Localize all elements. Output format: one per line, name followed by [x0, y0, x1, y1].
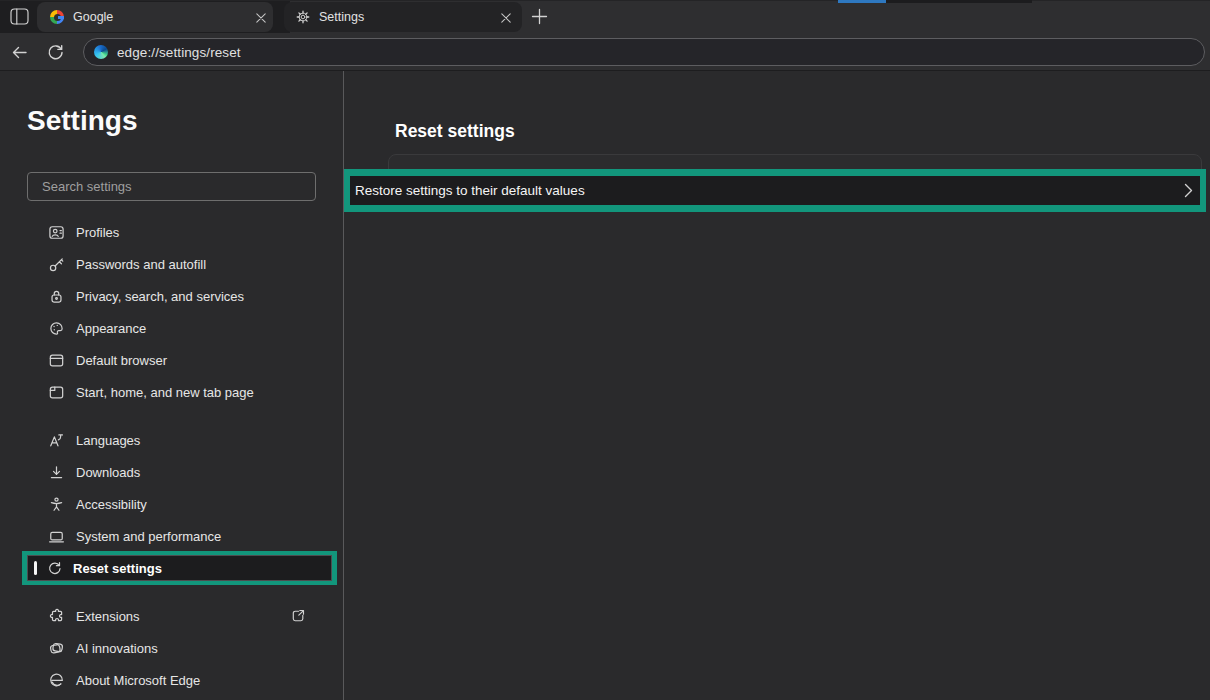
url-text: edge://settings/reset: [117, 45, 241, 60]
address-bar[interactable]: edge://settings/reset: [83, 38, 1205, 66]
sidebar-item-appearance[interactable]: Appearance: [0, 312, 343, 344]
search-settings-input[interactable]: [27, 172, 316, 201]
sidebar-item-profiles[interactable]: Profiles: [0, 216, 343, 248]
sidebar-item-languages[interactable]: Languages: [0, 424, 343, 456]
new-tab-page-icon: [48, 384, 65, 401]
palette-icon: [48, 320, 65, 337]
sidebar-item-downloads[interactable]: Downloads: [0, 456, 343, 488]
tab-actions-menu-icon[interactable]: [10, 8, 29, 25]
sidebar-item-system[interactable]: System and performance: [0, 520, 343, 552]
sidebar-item-reset-settings[interactable]: Reset settings: [0, 552, 343, 584]
key-icon: [48, 256, 65, 273]
settings-content: Reset settings Restore settings to their…: [344, 71, 1210, 700]
tab-close-icon[interactable]: [499, 11, 513, 25]
sidebar-item-extensions[interactable]: Extensions: [0, 600, 343, 632]
download-icon: [48, 464, 65, 481]
accessibility-icon: [48, 496, 65, 513]
tab-title: Settings: [319, 10, 364, 24]
sidebar-item-passwords[interactable]: Passwords and autofill: [0, 248, 343, 280]
new-tab-button[interactable]: [531, 8, 548, 25]
sidebar-item-start-home[interactable]: Start, home, and new tab page: [0, 376, 343, 408]
sidebar-item-ai-innovations[interactable]: AI innovations: [0, 632, 343, 664]
settings-gear-favicon: [296, 10, 310, 24]
google-favicon: [50, 10, 64, 24]
selected-indicator: [34, 561, 37, 575]
sidebar-title: Settings: [27, 105, 137, 137]
tab-settings[interactable]: Settings: [284, 2, 522, 32]
reset-settings-selected-pill[interactable]: Reset settings: [27, 555, 332, 581]
languages-icon: [48, 432, 65, 449]
sidebar-item-privacy[interactable]: Privacy, search, and services: [0, 280, 343, 312]
restore-settings-row[interactable]: Restore settings to their default values: [350, 176, 1200, 205]
browser-window-icon: [48, 352, 65, 369]
tab-close-icon[interactable]: [254, 11, 268, 25]
sidebar-item-default-browser[interactable]: Default browser: [0, 344, 343, 376]
window-accent-line: [838, 0, 886, 3]
content-heading: Reset settings: [395, 121, 515, 142]
lock-icon: [48, 288, 65, 305]
sidebar-item-about-edge[interactable]: About Microsoft Edge: [0, 664, 343, 696]
tab-title: Google: [73, 10, 113, 24]
edge-logo-outline-icon: [48, 672, 65, 689]
tab-google[interactable]: Google: [37, 2, 273, 32]
edge-logo-icon: [94, 45, 108, 59]
back-button[interactable]: [10, 43, 29, 62]
annotation-highlight-row: Restore settings to their default values: [344, 169, 1206, 212]
settings-page: Settings Profiles Passwords and autofill…: [0, 71, 1210, 700]
sidebar-item-accessibility[interactable]: Accessibility: [0, 488, 343, 520]
puzzle-icon: [48, 608, 65, 625]
ai-innovations-icon: [48, 640, 65, 657]
window-dark-line: [886, 0, 1032, 3]
external-link-icon: [290, 608, 306, 628]
reset-icon: [46, 560, 63, 577]
chevron-right-icon: [1184, 183, 1193, 198]
monitor-icon: [48, 528, 65, 545]
tab-strip: Google Settings: [0, 0, 1210, 33]
refresh-button[interactable]: [46, 43, 65, 62]
browser-toolbar: edge://settings/reset: [0, 33, 1210, 71]
profiles-icon: [48, 224, 65, 241]
settings-sidebar: Settings Profiles Passwords and autofill…: [0, 71, 343, 700]
